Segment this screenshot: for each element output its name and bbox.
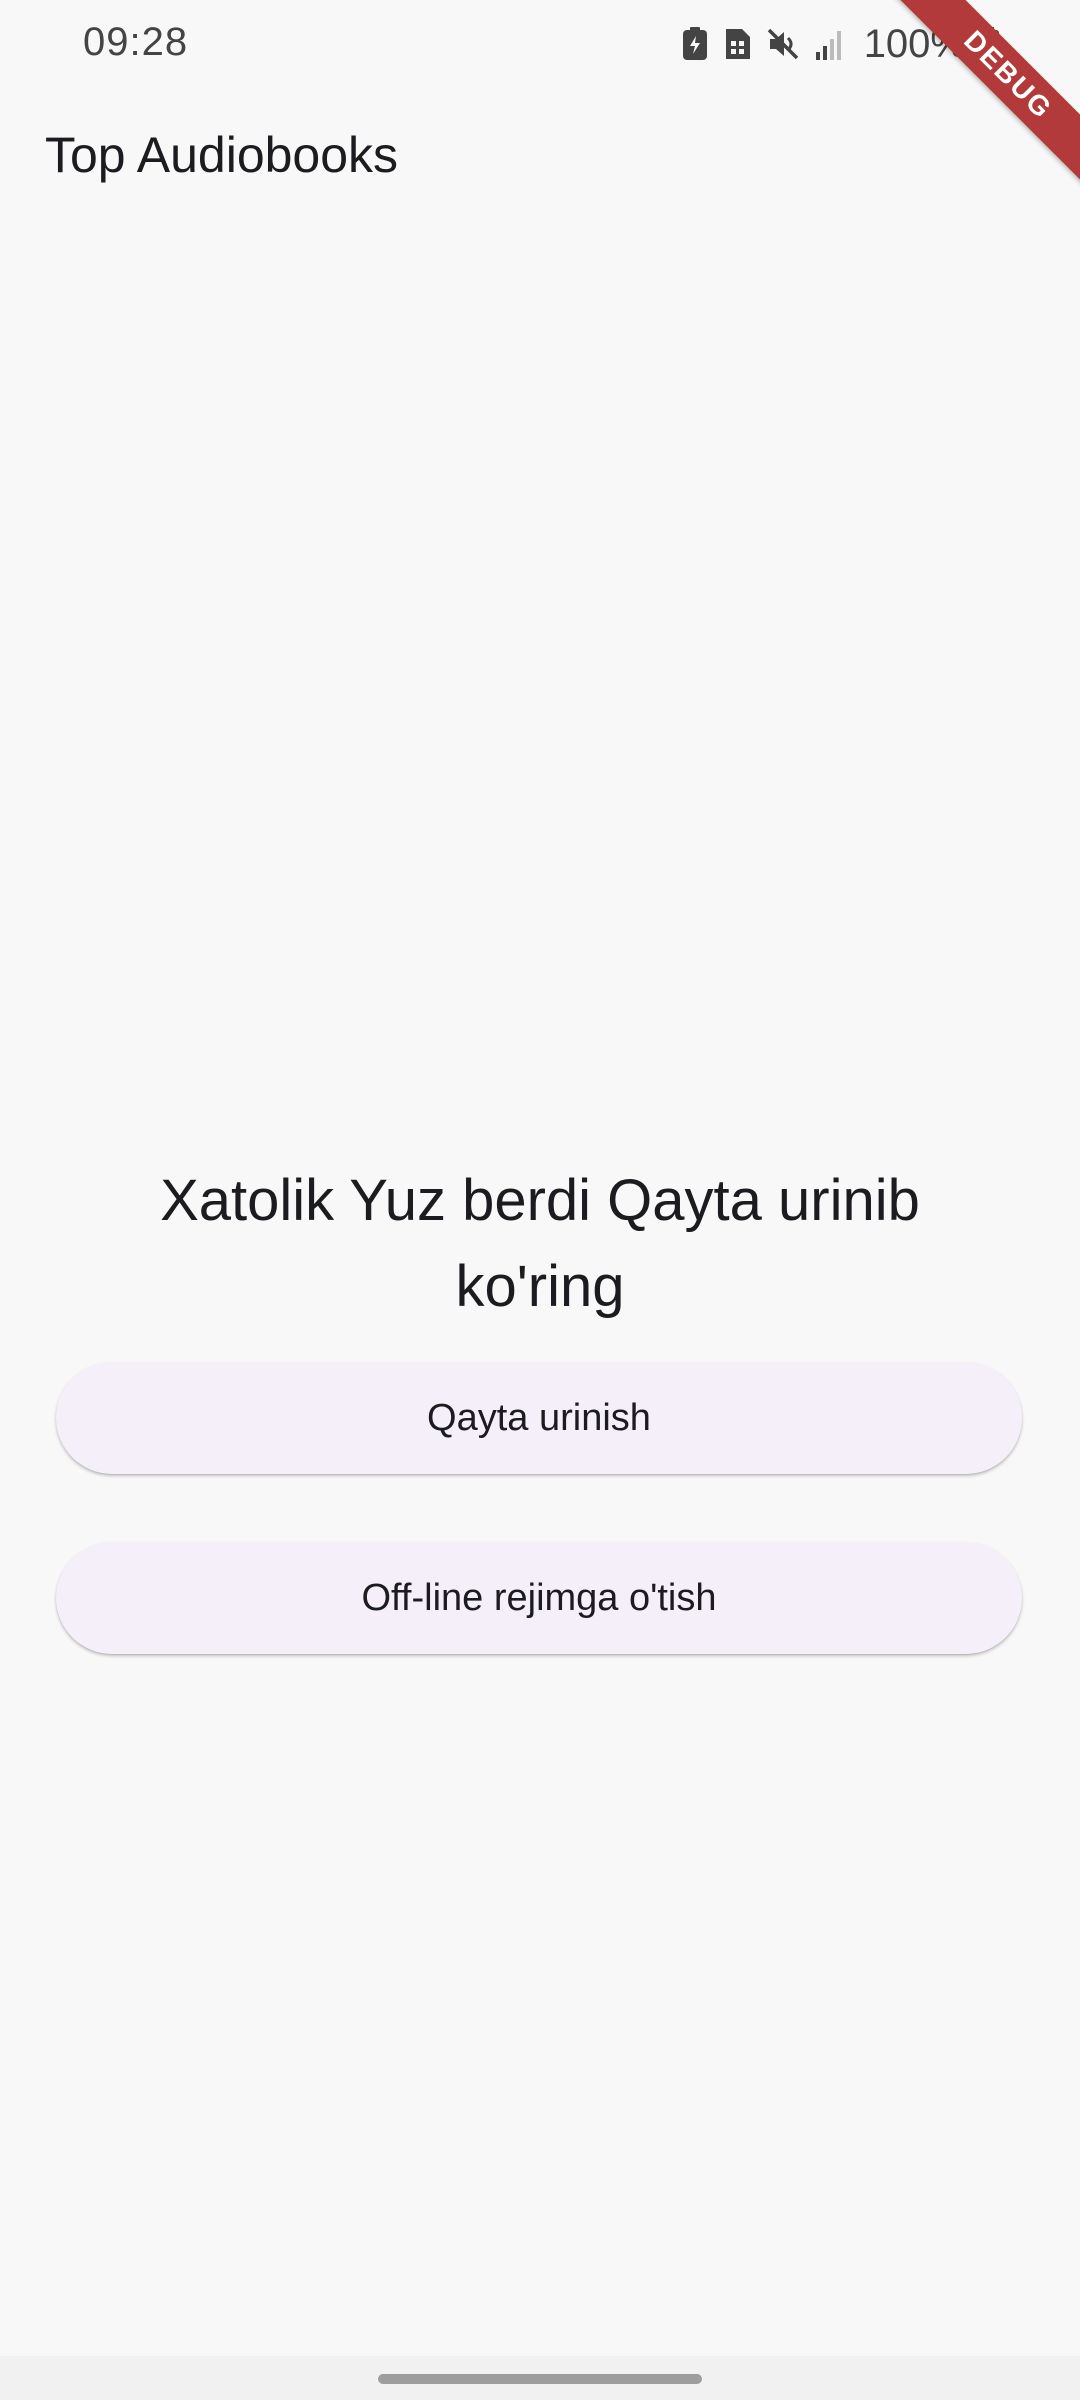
status-time: 09:28 bbox=[83, 20, 189, 64]
error-message: Xatolik Yuz berdi Qayta urinib ko'ring bbox=[160, 1168, 920, 1319]
signal-icon bbox=[814, 28, 844, 60]
sim-card-icon bbox=[722, 27, 752, 61]
offline-mode-button[interactable]: Off-line rejimga o'tish bbox=[56, 1542, 1022, 1654]
app-title: Top Audiobooks bbox=[45, 127, 399, 183]
battery-saver-icon bbox=[682, 27, 708, 61]
retry-button[interactable]: Qayta urinish bbox=[56, 1362, 1022, 1474]
gesture-nav-area bbox=[0, 2356, 1080, 2400]
app-bar: Top Audiobooks bbox=[45, 110, 398, 200]
screen: 09:28 100% DEBUG Top Audiobooks Xatolik … bbox=[0, 0, 1080, 2400]
mute-icon bbox=[766, 27, 800, 61]
home-gesture-bar[interactable] bbox=[378, 2374, 702, 2384]
debug-banner: DEBUG bbox=[880, 0, 1080, 200]
debug-ribbon-label: DEBUG bbox=[885, 0, 1080, 198]
